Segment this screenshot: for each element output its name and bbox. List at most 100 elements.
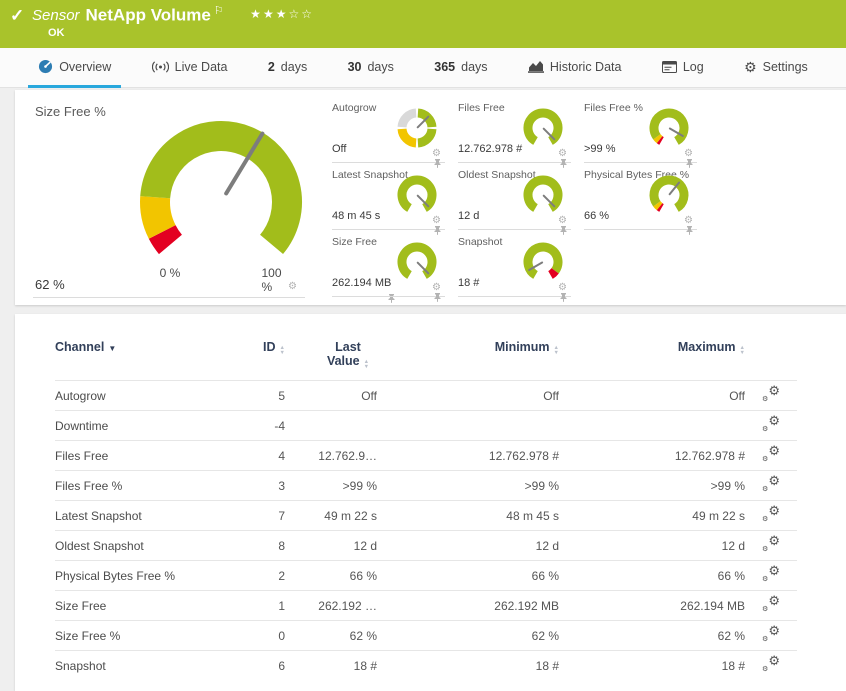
settings-icon: ⚙: [744, 58, 757, 75]
channel-settings-icon[interactable]: ⚙ ⚙: [762, 564, 780, 583]
channel-settings-icon[interactable]: ⚙ ⚙: [762, 474, 780, 493]
star-filled-icon[interactable]: ★: [250, 7, 263, 21]
channel-settings-icon[interactable]: ⚙ ⚙: [762, 534, 780, 553]
channel-actions: ⚙ ⚙: [745, 650, 797, 681]
column-header-minimum[interactable]: Minimum ▲ ▼: [377, 340, 559, 381]
channel-settings-icon[interactable]: ⚙ ⚙: [762, 384, 780, 403]
gear-icon[interactable]: ⚙: [684, 149, 693, 159]
tab-label: days: [461, 59, 488, 74]
minimum-value: >99 %: [377, 470, 559, 501]
gear-icon[interactable]: ⚙: [558, 283, 567, 293]
gauge-tile-physical-bytes-free: Physical Bytes Free % 66 % ⚙: [584, 163, 697, 235]
flag-icon[interactable]: ⚐: [214, 5, 224, 17]
channel-name[interactable]: Size Free: [55, 590, 227, 621]
channel-settings-icon[interactable]: ⚙ ⚙: [762, 444, 780, 463]
column-header-id[interactable]: ID ▲ ▼: [227, 340, 285, 381]
gear-icon[interactable]: ⚙: [432, 216, 441, 226]
channel-name[interactable]: Files Free %: [55, 470, 227, 501]
gear-icon[interactable]: ⚙: [684, 216, 693, 226]
channel-id: 0: [227, 620, 285, 651]
gauge-value: 66 %: [584, 210, 610, 222]
historic-icon: [527, 60, 544, 73]
channel-settings-icon[interactable]: ⚙ ⚙: [762, 654, 780, 673]
maximum-value: >99 %: [559, 470, 745, 501]
star-empty-icon[interactable]: ☆: [288, 7, 301, 21]
tab-historic-data[interactable]: Historic Data: [518, 48, 632, 88]
gear-icon[interactable]: ⚙: [432, 149, 441, 159]
gauge-size-free: [397, 242, 437, 279]
channel-id: 2: [227, 560, 285, 591]
channel-name[interactable]: Oldest Snapshot: [55, 530, 227, 561]
channel-name[interactable]: Physical Bytes Free %: [55, 560, 227, 591]
table-row-size-free: Size Free 1 262.192 … 262.192 MB 262.194 MB ⚙…: [55, 590, 797, 621]
column-header-maximum[interactable]: Maximum ▲ ▼: [559, 340, 745, 381]
channel-settings-icon[interactable]: ⚙ ⚙: [762, 594, 780, 613]
minimum-value: 262.192 MB: [377, 590, 559, 621]
last-value: >99 %: [285, 470, 377, 501]
sort-icon: ▲ ▼: [553, 345, 559, 356]
tab-log[interactable]: Log: [652, 48, 714, 88]
last-value: 49 m 22 s: [285, 500, 377, 531]
tile-actions: ⚙: [288, 282, 395, 303]
tab-label: days: [367, 59, 394, 74]
gear-icon[interactable]: ⚙: [558, 216, 567, 226]
table-row-oldest-snapshot: Oldest Snapshot 8 12 d 12 d 12 d ⚙ ⚙: [55, 530, 797, 561]
channel-name[interactable]: Size Free %: [55, 620, 227, 651]
minimum-value: 12 d: [377, 530, 559, 561]
gauge-value: Off: [332, 143, 347, 155]
sort-icon: ▲ ▼: [279, 345, 285, 356]
column-header-channel[interactable]: Channel ▼: [55, 340, 227, 381]
gauge-snapshot: [523, 242, 563, 279]
maximum-value: 66 %: [559, 560, 745, 591]
channel-settings-icon[interactable]: ⚙ ⚙: [762, 414, 780, 433]
minimum-value: 66 %: [377, 560, 559, 591]
gear-icon[interactable]: ⚙: [558, 149, 567, 159]
tab-2-days[interactable]: 2 days: [258, 48, 317, 88]
gauge-value: 262.194 MB: [332, 277, 392, 289]
channel-name[interactable]: Downtime: [55, 410, 227, 441]
tile-actions: ⚙: [684, 216, 697, 235]
gauge-tile-files-free: Files Free % >99 % ⚙: [584, 96, 697, 168]
tab-settings[interactable]: ⚙ Settings: [734, 48, 818, 88]
tab-label: Historic Data: [549, 59, 622, 74]
table-row-size-free: Size Free % 0 62 % 62 % 62 % ⚙ ⚙: [55, 620, 797, 651]
last-value: 262.192 …: [285, 590, 377, 621]
priority-stars[interactable]: ★★★☆☆: [250, 7, 314, 21]
tab-365-days[interactable]: 365 days: [424, 48, 497, 88]
tab-30-days[interactable]: 30 days: [338, 48, 404, 88]
table-row-files-free: Files Free % 3 >99 % >99 % >99 % ⚙ ⚙: [55, 470, 797, 501]
channel-name[interactable]: Latest Snapshot: [55, 500, 227, 531]
column-header-last-value[interactable]: Last Value ▲ ▼: [285, 340, 377, 381]
gauge-files-free: [649, 108, 689, 145]
channel-settings-icon[interactable]: ⚙ ⚙: [762, 624, 780, 643]
tab-overview[interactable]: Overview: [28, 48, 122, 88]
gauge-tile-snapshot: Snapshot 18 # ⚙: [458, 230, 571, 302]
gauge-icon: [38, 59, 53, 74]
gear-icon[interactable]: ⚙: [288, 282, 297, 292]
channel-name[interactable]: Snapshot: [55, 650, 227, 681]
channel-name[interactable]: Files Free: [55, 440, 227, 471]
tile-actions: ⚙: [558, 283, 571, 302]
channel-settings-icon[interactable]: ⚙ ⚙: [762, 504, 780, 523]
channel-id: 8: [227, 530, 285, 561]
sensor-title: NetApp Volume: [85, 5, 211, 25]
gauge-title: Size Free: [332, 236, 377, 248]
tile-actions: ⚙: [558, 216, 571, 235]
star-empty-icon[interactable]: ☆: [301, 7, 314, 21]
minimum-value: Off: [377, 380, 559, 411]
channel-actions: ⚙ ⚙: [745, 500, 797, 531]
table-row-autogrow: Autogrow 5 Off Off Off ⚙ ⚙: [55, 380, 797, 411]
channel-name[interactable]: Autogrow: [55, 380, 227, 411]
star-filled-icon[interactable]: ★: [263, 7, 276, 21]
gauge-scale-min: 0 %: [159, 266, 181, 280]
tab-live-data[interactable]: Live Data: [142, 48, 238, 88]
gauge-tile-oldest-snapshot: Oldest Snapshot 12 d ⚙: [458, 163, 571, 235]
size-free-percent-gauge: [140, 121, 302, 255]
status-check-icon: ✓: [10, 6, 25, 25]
channel-id: 4: [227, 440, 285, 471]
gauge-files-free: [523, 108, 563, 145]
maximum-value: 62 %: [559, 620, 745, 651]
gear-icon[interactable]: ⚙: [432, 283, 441, 293]
star-filled-icon[interactable]: ★: [276, 7, 289, 21]
channel-actions: ⚙ ⚙: [745, 620, 797, 651]
